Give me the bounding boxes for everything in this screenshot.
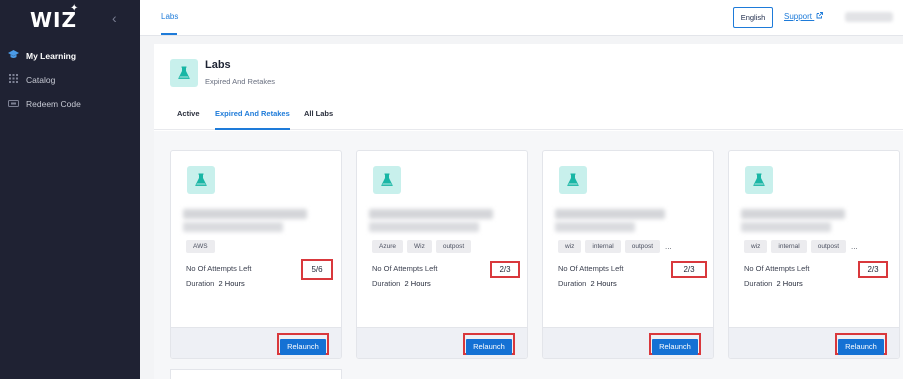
lab-card: wiz internal outpost ... No Of Attempts … xyxy=(728,150,900,359)
lab-title-redacted xyxy=(555,209,665,219)
card-footer: Relaunch xyxy=(729,327,899,358)
tag: internal xyxy=(771,240,807,253)
attempts-value: 2/3 xyxy=(858,261,888,278)
tag-list: Azure Wiz outpost xyxy=(372,240,472,253)
page-subtitle: Expired And Retakes xyxy=(205,77,276,86)
tag: Azure xyxy=(372,240,403,253)
relaunch-highlight: Relaunch xyxy=(277,333,329,355)
grid-icon xyxy=(0,74,26,86)
attempts-value: 5/6 xyxy=(301,259,333,280)
tab-labs[interactable]: Labs xyxy=(161,12,178,21)
tag-list: wiz internal outpost ... xyxy=(744,240,858,253)
sidebar-item-catalog[interactable]: Catalog xyxy=(0,69,140,91)
support-label: Support xyxy=(784,12,813,21)
tag: outpost xyxy=(810,240,847,253)
relaunch-highlight: Relaunch xyxy=(835,333,887,355)
support-link[interactable]: Support xyxy=(784,12,824,21)
lab-tabs: Active Expired And Retakes All Labs xyxy=(154,102,903,130)
lab-card-partial xyxy=(170,369,342,379)
attempts-value: 2/3 xyxy=(671,261,707,278)
tag: Wiz xyxy=(406,240,432,253)
relaunch-button[interactable]: Relaunch xyxy=(466,338,512,355)
sidebar: WIZ ✦ ‹ My Learning Catalog Redeem Code xyxy=(0,0,140,379)
tag: AWS xyxy=(186,240,215,253)
relaunch-highlight: Relaunch xyxy=(463,333,515,355)
more-tags: ... xyxy=(665,242,672,251)
ticket-icon xyxy=(0,99,26,110)
sidebar-item-label: Redeem Code xyxy=(26,99,81,109)
attempts-label: No Of Attempts Left xyxy=(558,264,624,273)
tag: wiz xyxy=(558,240,582,253)
flask-icon xyxy=(170,59,198,87)
card-footer: Relaunch xyxy=(357,327,527,358)
sidebar-item-label: My Learning xyxy=(26,51,77,61)
duration-value: 2 Hours xyxy=(590,279,617,288)
tag: outpost xyxy=(435,240,472,253)
duration-row: Duration 2 Hours xyxy=(186,279,245,288)
sidebar-item-label: Catalog xyxy=(26,75,56,85)
sidebar-item-redeem-code[interactable]: Redeem Code xyxy=(0,93,140,115)
duration-row: Duration 2 Hours xyxy=(372,279,431,288)
lab-title-redacted xyxy=(369,222,479,232)
lab-card: wiz internal outpost ... No Of Attempts … xyxy=(542,150,714,359)
duration-row: Duration 2 Hours xyxy=(744,279,803,288)
tag: wiz xyxy=(744,240,768,253)
relaunch-button[interactable]: Relaunch xyxy=(838,338,884,355)
lab-card: AWS No Of Attempts Left 5/6 Duration 2 H… xyxy=(170,150,342,359)
duration-label: Duration xyxy=(372,279,401,288)
user-menu[interactable] xyxy=(845,12,893,22)
duration-label: Duration xyxy=(744,279,773,288)
lab-title-redacted xyxy=(183,222,283,232)
lab-card: Azure Wiz outpost No Of Attempts Left 2/… xyxy=(356,150,528,359)
lab-title-redacted xyxy=(183,209,307,219)
flask-icon xyxy=(745,166,773,194)
graduation-cap-icon xyxy=(0,50,26,62)
attempts-label: No Of Attempts Left xyxy=(372,264,438,273)
sidebar-item-my-learning[interactable]: My Learning xyxy=(0,45,140,67)
card-footer: Relaunch xyxy=(543,327,713,358)
page-title: Labs xyxy=(205,59,231,71)
attempts-label: No Of Attempts Left xyxy=(744,264,810,273)
chevron-left-icon[interactable]: ‹ xyxy=(112,10,117,26)
attempts-label: No Of Attempts Left xyxy=(186,264,252,273)
duration-value: 2 Hours xyxy=(404,279,431,288)
tab-active[interactable]: Active xyxy=(177,109,200,118)
relaunch-highlight: Relaunch xyxy=(649,333,701,355)
labs-panel: Labs Expired And Retakes Active Expired … xyxy=(154,44,903,379)
flask-icon xyxy=(373,166,401,194)
tag: outpost xyxy=(624,240,661,253)
lab-title-redacted xyxy=(369,209,493,219)
lab-title-redacted xyxy=(555,222,635,232)
tab-labs-underline xyxy=(161,33,177,35)
top-bar: Labs English Support xyxy=(140,0,903,36)
tab-expired-and-retakes[interactable]: Expired And Retakes xyxy=(215,109,290,118)
tab-selected-underline xyxy=(215,128,290,130)
tab-all-labs[interactable]: All Labs xyxy=(304,109,333,118)
lab-title-redacted xyxy=(741,209,845,219)
relaunch-button[interactable]: Relaunch xyxy=(280,338,326,355)
duration-value: 2 Hours xyxy=(218,279,245,288)
attempts-value: 2/3 xyxy=(490,261,520,278)
logo-star-icon: ✦ xyxy=(70,3,79,14)
more-tags: ... xyxy=(851,242,858,251)
duration-label: Duration xyxy=(186,279,215,288)
flask-icon xyxy=(187,166,215,194)
duration-value: 2 Hours xyxy=(776,279,803,288)
relaunch-button[interactable]: Relaunch xyxy=(652,338,698,355)
card-footer: Relaunch xyxy=(171,327,341,358)
duration-row: Duration 2 Hours xyxy=(558,279,617,288)
language-button[interactable]: English xyxy=(733,7,773,28)
external-link-icon xyxy=(816,12,824,21)
lab-title-redacted xyxy=(741,222,831,232)
tag-list: AWS xyxy=(186,240,215,253)
flask-icon xyxy=(559,166,587,194)
tag-list: wiz internal outpost ... xyxy=(558,240,672,253)
tag: internal xyxy=(585,240,621,253)
duration-label: Duration xyxy=(558,279,587,288)
